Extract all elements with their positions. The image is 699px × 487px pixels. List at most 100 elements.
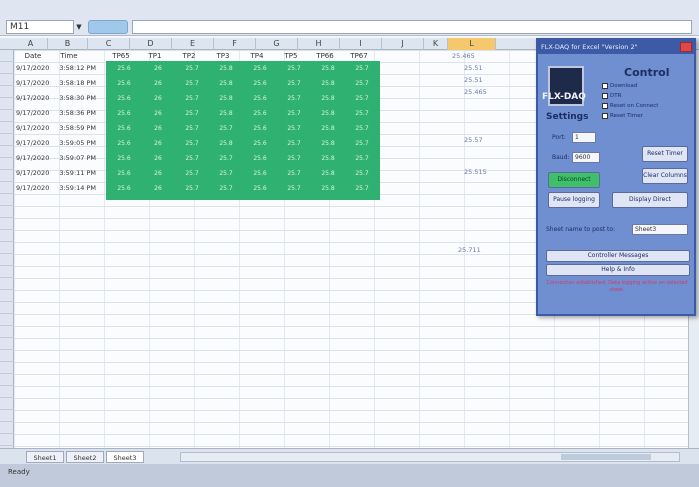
checkbox-download[interactable]: Download (602, 82, 637, 91)
row-header[interactable] (0, 362, 14, 374)
data-cell[interactable]: 25.6 (110, 63, 138, 75)
function-icon[interactable] (88, 20, 128, 34)
data-cell[interactable]: 25.7 (280, 63, 308, 75)
sheet-tab-2[interactable]: Sheet2 (66, 451, 104, 463)
header-cell[interactable]: Date (16, 51, 50, 62)
data-cell[interactable]: 26 (144, 108, 172, 120)
row-header[interactable] (0, 134, 14, 146)
row-header[interactable] (0, 170, 14, 182)
data-cell[interactable]: 26 (144, 93, 172, 105)
scroll-thumb[interactable] (561, 454, 651, 460)
time-cell[interactable]: 3:58:18 PM (52, 77, 96, 89)
data-cell[interactable]: 25.6 (246, 63, 274, 75)
clear-columns-button[interactable]: Clear Columns (642, 168, 688, 184)
column-header-i[interactable]: I (340, 38, 382, 50)
data-cell[interactable]: 25.7 (348, 78, 376, 90)
data-cell[interactable]: 25.8 (314, 63, 342, 75)
row-header[interactable] (0, 314, 14, 326)
row-header[interactable] (0, 182, 14, 194)
checkbox-reset-connect[interactable]: Reset on Connect (602, 102, 658, 111)
data-cell[interactable]: 25.6 (246, 93, 274, 105)
data-cell[interactable]: 25.7 (178, 183, 206, 195)
row-header[interactable] (0, 98, 14, 110)
row-header[interactable] (0, 230, 14, 242)
column-header-d[interactable]: D (130, 38, 172, 50)
horizontal-scrollbar[interactable] (180, 452, 680, 462)
data-cell[interactable]: 25.7 (348, 123, 376, 135)
data-cell[interactable]: 25.8 (314, 168, 342, 180)
row-header[interactable] (0, 374, 14, 386)
data-cell[interactable]: 25.7 (178, 63, 206, 75)
data-cell[interactable]: 25.8 (314, 153, 342, 165)
date-cell[interactable]: 9/17/2020 (16, 137, 50, 149)
column-header-l[interactable]: L (448, 38, 496, 50)
time-cell[interactable]: 3:58:30 PM (52, 92, 96, 104)
date-cell[interactable]: 9/17/2020 (16, 152, 50, 164)
row-header[interactable] (0, 338, 14, 350)
time-cell[interactable]: 3:58:12 PM (52, 62, 96, 74)
row-header[interactable] (0, 422, 14, 434)
sheet-tab-1[interactable]: Sheet1 (26, 451, 64, 463)
data-cell[interactable]: 26 (144, 183, 172, 195)
data-cell[interactable]: 25.7 (178, 93, 206, 105)
row-header[interactable] (0, 62, 14, 74)
row-header[interactable] (0, 410, 14, 422)
row-header[interactable] (0, 350, 14, 362)
time-cell[interactable]: 3:59:14 PM (52, 182, 96, 194)
date-cell[interactable]: 9/17/2020 (16, 122, 50, 134)
data-cell[interactable]: 25.7 (348, 153, 376, 165)
pause-logging-button[interactable]: Pause logging (548, 192, 600, 208)
row-header[interactable] (0, 434, 14, 446)
time-cell[interactable]: 3:59:11 PM (52, 167, 96, 179)
data-cell[interactable]: 25.7 (280, 78, 308, 90)
checkbox-icon[interactable] (602, 82, 608, 89)
row-header[interactable] (0, 74, 14, 86)
data-cell[interactable]: 25.8 (314, 138, 342, 150)
data-cell[interactable]: 25.6 (110, 123, 138, 135)
checkbox-icon[interactable] (602, 92, 608, 99)
formula-input[interactable] (132, 20, 692, 34)
date-cell[interactable]: 9/17/2020 (16, 182, 50, 194)
date-cell[interactable]: 9/17/2020 (16, 92, 50, 104)
controller-messages-button[interactable]: Controller Messages (546, 250, 690, 262)
data-cell[interactable]: 25.7 (280, 183, 308, 195)
data-cell[interactable]: 25.7 (348, 183, 376, 195)
row-header[interactable] (0, 218, 14, 230)
data-cell[interactable]: 25.7 (280, 93, 308, 105)
column-header-h[interactable]: H (298, 38, 340, 50)
name-box[interactable]: M11 (6, 20, 74, 34)
data-cell[interactable]: 25.7 (280, 108, 308, 120)
checkbox-reset-timer[interactable]: Reset Timer (602, 112, 643, 121)
data-cell[interactable]: 25.7 (178, 78, 206, 90)
date-cell[interactable]: 9/17/2020 (16, 62, 50, 74)
data-cell[interactable]: 26 (144, 123, 172, 135)
data-cell[interactable]: 25.7 (178, 138, 206, 150)
row-header[interactable] (0, 206, 14, 218)
checkbox-icon[interactable] (602, 112, 608, 119)
sheet-select[interactable]: Sheet3 (632, 224, 688, 235)
data-cell[interactable]: 25.6 (110, 78, 138, 90)
data-cell[interactable]: 25.7 (348, 93, 376, 105)
data-cell[interactable]: 25.7 (178, 108, 206, 120)
column-header-e[interactable]: E (172, 38, 214, 50)
data-cell[interactable]: 25.8 (314, 183, 342, 195)
sheet-tab-3[interactable]: Sheet3 (106, 451, 144, 463)
checkbox-dtr[interactable]: DTR (602, 92, 621, 101)
row-header[interactable] (0, 326, 14, 338)
date-cell[interactable]: 9/17/2020 (16, 77, 50, 89)
data-cell[interactable]: 25.6 (246, 153, 274, 165)
time-cell[interactable]: 3:58:59 PM (52, 122, 96, 134)
row-header[interactable] (0, 254, 14, 266)
display-direct-button[interactable]: Display Direct (612, 192, 688, 208)
data-cell[interactable]: 25.8 (212, 78, 240, 90)
close-icon[interactable] (680, 42, 692, 52)
row-header[interactable] (0, 398, 14, 410)
time-cell[interactable]: 3:59:07 PM (52, 152, 96, 164)
row-header[interactable] (0, 158, 14, 170)
data-cell[interactable]: 25.6 (246, 108, 274, 120)
data-cell[interactable]: 25.6 (110, 108, 138, 120)
date-cell[interactable]: 9/17/2020 (16, 107, 50, 119)
data-cell[interactable]: 26 (144, 78, 172, 90)
data-cell[interactable]: 25.8 (212, 93, 240, 105)
row-header[interactable] (0, 50, 14, 62)
